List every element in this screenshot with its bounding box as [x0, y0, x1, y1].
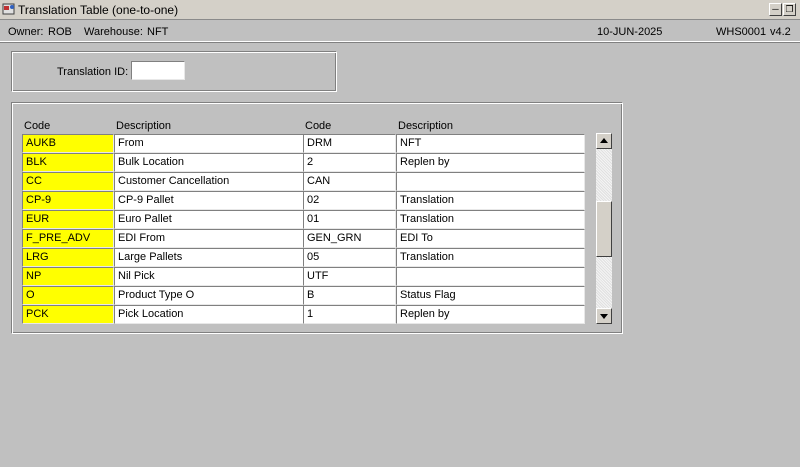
description-cell[interactable]: From: [114, 134, 304, 153]
code-cell[interactable]: BLK: [22, 153, 114, 172]
scroll-thumb[interactable]: [596, 201, 612, 257]
code2-cell[interactable]: 01: [303, 210, 396, 229]
description2-cell[interactable]: Status Flag: [396, 286, 585, 305]
code-cell[interactable]: NP: [22, 267, 114, 286]
restore-icon: ❐: [785, 4, 794, 14]
window-title: Translation Table (one-to-one): [18, 3, 179, 17]
arrow-up-icon: [600, 138, 608, 143]
code2-cell[interactable]: UTF: [303, 267, 396, 286]
code-cell[interactable]: CC: [22, 172, 114, 191]
scroll-up-button[interactable]: [596, 133, 612, 149]
code-cell[interactable]: PCK: [22, 305, 114, 324]
version-label: v4.2: [770, 26, 791, 38]
description2-cell[interactable]: Translation: [396, 248, 585, 267]
code2-cell[interactable]: 1: [303, 305, 396, 324]
code2-cell[interactable]: 05: [303, 248, 396, 267]
description-cell[interactable]: Product Type O: [114, 286, 304, 305]
column-header-description-2: Description: [398, 120, 454, 132]
column-header-code: Code: [24, 120, 51, 132]
app-icon[interactable]: [2, 2, 16, 16]
minimize-button[interactable]: ─: [769, 3, 782, 16]
code2-cell[interactable]: CAN: [303, 172, 396, 191]
restore-button[interactable]: ❐: [783, 3, 796, 16]
translation-id-input[interactable]: [131, 61, 185, 80]
warehouse-label: Warehouse:: [84, 26, 143, 38]
column-header-code-2: Code: [305, 120, 332, 132]
title-bar: Translation Table (one-to-one) ─ ❐: [0, 0, 800, 20]
scroll-down-button[interactable]: [596, 308, 612, 324]
column-header-description: Description: [116, 120, 172, 132]
description-cell[interactable]: CP-9 Pallet: [114, 191, 304, 210]
translation-id-label: Translation ID:: [57, 66, 129, 78]
code-cell[interactable]: LRG: [22, 248, 114, 267]
description-cell[interactable]: Customer Cancellation: [114, 172, 304, 191]
description2-cell[interactable]: [396, 267, 585, 286]
description2-cell[interactable]: NFT: [396, 134, 585, 153]
code2-cell[interactable]: 02: [303, 191, 396, 210]
description-cell[interactable]: EDI From: [114, 229, 304, 248]
code-cell[interactable]: O: [22, 286, 114, 305]
current-date: 10-JUN-2025: [597, 26, 663, 38]
warehouse-value: NFT: [147, 26, 169, 38]
description2-cell[interactable]: Translation: [396, 191, 585, 210]
minimize-icon: ─: [772, 4, 779, 14]
description2-cell[interactable]: EDI To: [396, 229, 585, 248]
module-code: WHS0001: [716, 26, 767, 38]
context-bar: Owner: ROB Warehouse: NFT 10-JUN-2025 WH…: [0, 21, 800, 42]
code-cell[interactable]: CP-9: [22, 191, 114, 210]
owner-label: Owner:: [8, 26, 44, 38]
code2-cell[interactable]: GEN_GRN: [303, 229, 396, 248]
arrow-down-icon: [600, 314, 608, 319]
description2-cell[interactable]: Replen by: [396, 305, 585, 324]
code-cell[interactable]: EUR: [22, 210, 114, 229]
code-cell[interactable]: AUKB: [22, 134, 114, 153]
description-cell[interactable]: Nil Pick: [114, 267, 304, 286]
owner-value: ROB: [48, 26, 72, 38]
code-cell[interactable]: F_PRE_ADV: [22, 229, 114, 248]
description-cell[interactable]: Large Pallets: [114, 248, 304, 267]
description2-cell[interactable]: Replen by: [396, 153, 585, 172]
description2-cell[interactable]: [396, 172, 585, 191]
description-cell[interactable]: Pick Location: [114, 305, 304, 324]
description-cell[interactable]: Bulk Location: [114, 153, 304, 172]
vertical-scrollbar[interactable]: [596, 133, 612, 324]
description-cell[interactable]: Euro Pallet: [114, 210, 304, 229]
code2-cell[interactable]: 2: [303, 153, 396, 172]
description2-cell[interactable]: Translation: [396, 210, 585, 229]
code2-cell[interactable]: B: [303, 286, 396, 305]
code2-cell[interactable]: DRM: [303, 134, 396, 153]
